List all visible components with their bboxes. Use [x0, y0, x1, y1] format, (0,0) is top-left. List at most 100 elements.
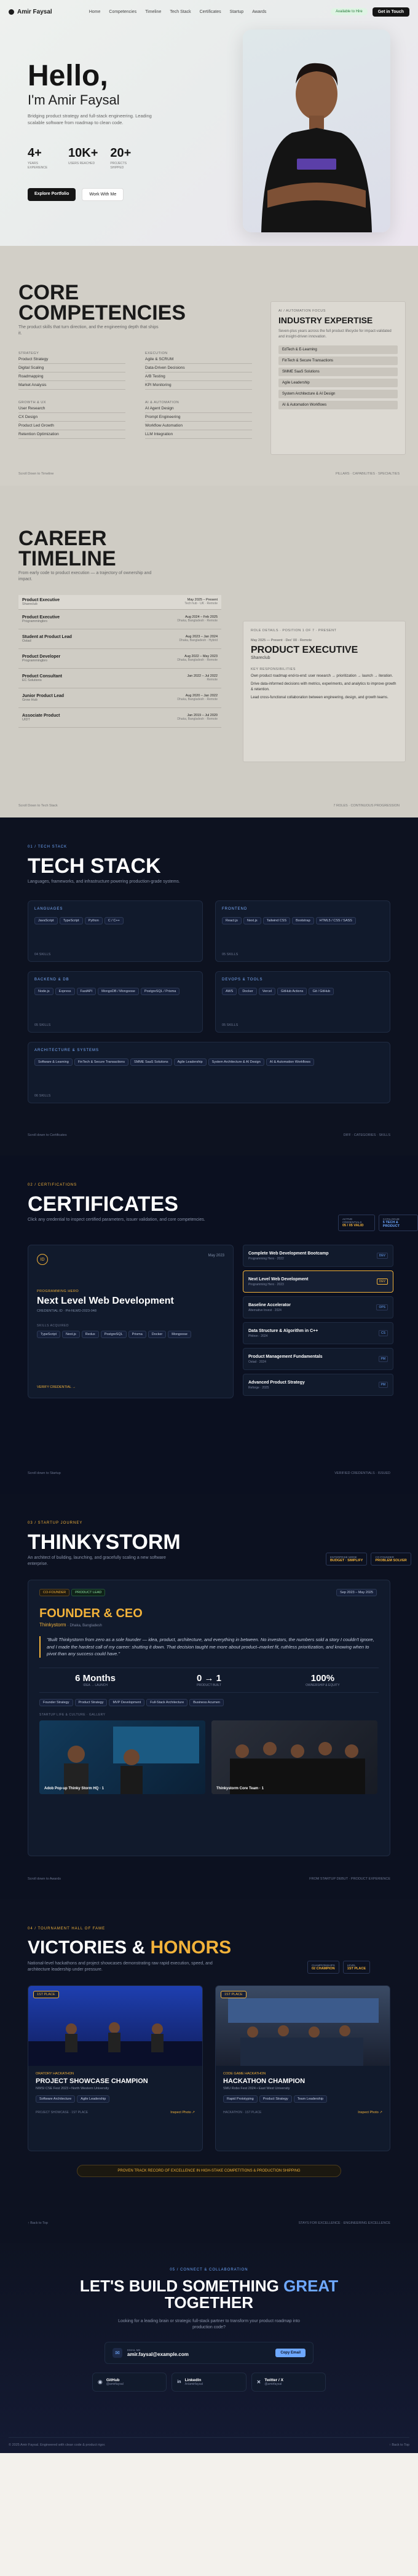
role-title: Product Developer: [22, 655, 61, 659]
scroll-hint[interactable]: Scroll Down to Timeline: [18, 472, 53, 476]
expertise-item: AI & Automation Workflows: [278, 401, 398, 410]
list-item: Own product roadmap end-to-end: user res…: [251, 674, 393, 678]
skill-chip: JavaScript: [34, 917, 58, 924]
role-list: Product Executive Shareclub May 2025 – Pre…: [18, 595, 221, 728]
nav-link-certificates[interactable]: Certificates: [200, 10, 221, 14]
startup-section: 03 / STARTUP JOURNEY THINKYSTORM An arch…: [0, 1494, 418, 1899]
scroll-hint[interactable]: Scroll down to Awards: [28, 1877, 61, 1881]
cert-list-item[interactable]: Baseline Accelerator Alternative Invest ·…: [243, 1296, 393, 1318]
nav-link-startup[interactable]: Startup: [230, 10, 244, 14]
panel-label: DEVOPS & TOOLS: [222, 978, 263, 982]
scroll-hint[interactable]: Scroll down to Certificates: [28, 1133, 67, 1137]
gallery-photo[interactable]: Adob Pop-up Thinky Storm HQ · 1: [39, 1720, 205, 1794]
cert-list-item-active[interactable]: Next Level Web Development Programming He…: [243, 1270, 393, 1293]
competency-group: AI & AUTOMATION AI Agent Design Prompt En…: [145, 401, 252, 439]
copy-email-button[interactable]: Copy Email: [275, 2349, 306, 2357]
verify-credential-link[interactable]: VERIFY CREDENTIAL →: [37, 1385, 76, 1389]
cert-list-item[interactable]: Data Structure & Algorithm in C++ Phitron…: [243, 1322, 393, 1344]
timeline-section: CAREER TIMELINE From early code to produc…: [0, 486, 418, 817]
title-part: LET'S BUILD SOMETHING: [79, 2277, 279, 2295]
card-kicker: ROLE DETAILS · POSITION 1 OF 7 · PRESENT: [251, 629, 337, 632]
skill-chip: Git / GitHub: [309, 988, 334, 995]
card-subtitle: Seven-plus years across the full product…: [278, 329, 392, 339]
top-nav: Amir Faysal Home Competencies Timeline T…: [0, 0, 418, 23]
tech-panel-frontend: FRONTEND React.js Next.js Tailwind CSS Boot…: [215, 900, 390, 962]
section-title: COMPETENCIES: [18, 301, 186, 325]
list-item: Data-Driven Decisions: [145, 364, 252, 372]
role-location: Dhaka, Bangladesh · Remote: [177, 658, 218, 662]
startup-badges: ENTERPRISE MODE BUDGET · SIMPLIFY CO-FOUN…: [326, 1553, 411, 1566]
linkedin-link[interactable]: in LinkedIn/in/amirfaysal: [172, 2373, 246, 2392]
expertise-item: SMME SaaS Solutions: [278, 368, 398, 377]
section-meta: STAYS FOR EXCELLENCE · ENGINEERING EXCEL…: [298, 2221, 390, 2225]
role-item[interactable]: Product Developer Programmingbro Aug 2022 …: [18, 649, 221, 669]
skill-chip: Full-Stack Architecture: [146, 1698, 188, 1706]
back-to-top-link[interactable]: ↑ Back to Top: [28, 2221, 48, 2225]
cert-list-item[interactable]: Complete Web Development Bootcamp Program…: [243, 1245, 393, 1267]
awards-section: 04 / TOURNAMENT HALL OF FAME VICTORIES &…: [0, 1899, 418, 2243]
gallery-photo[interactable]: Thinkystorm Core Team · 1: [211, 1720, 377, 1794]
skill-chip: SMME SaaS Solutions: [130, 1058, 172, 1066]
badge-value: 5 TECH & PRODUCT: [382, 1221, 400, 1228]
email-address[interactable]: amir.faysal@example.com: [127, 2352, 189, 2357]
cert-item-title: Next Level Web Development: [248, 1277, 309, 1282]
section-kicker: 05 / CONNECT & COLLABORATION: [170, 2268, 248, 2272]
role-item[interactable]: Product Consultant EC Solutions Jan 2022 –…: [18, 669, 221, 688]
skill-chip: Founder Strategy: [39, 1698, 73, 1706]
skill-chip: HTML5 / CSS / SASS: [315, 917, 356, 924]
award-card: 1ST PLACE ORATORY HACKATHON PROJECT SHOW…: [28, 1985, 203, 2151]
back-to-top-link[interactable]: ↑ Back to Top: [389, 2443, 409, 2447]
responsibility-list: Own product roadmap end-to-end: user res…: [251, 674, 398, 701]
cert-item-title: Complete Web Development Bootcamp: [248, 1251, 329, 1256]
work-with-me-button[interactable]: Work With Me: [82, 188, 124, 201]
cert-issuer: PROGRAMMING HERO: [37, 1290, 79, 1293]
section-subtitle: Languages, frameworks, and infrastructur…: [28, 880, 180, 884]
role-item[interactable]: Associate Product UIDT Jan 2019 – Jul 2020…: [18, 708, 221, 728]
skill-chip: React.js: [222, 917, 242, 924]
cert-list-item[interactable]: Product Management Fundamentals Ostad · 2…: [243, 1348, 393, 1370]
skill-chip: Rapid Prototyping: [223, 2095, 258, 2103]
twitter-link[interactable]: ✕ Twitter / X @amirfaysal: [251, 2373, 326, 2392]
role-item[interactable]: Product Executive Programmingbro Aug 2024 …: [18, 610, 221, 629]
nav-link-home[interactable]: Home: [89, 10, 101, 14]
skill-chip: Agile Leadership: [173, 1058, 207, 1066]
place-badge: 1ST PLACE: [221, 1991, 246, 1998]
nav-link-tech-stack[interactable]: Tech Stack: [170, 10, 191, 14]
nav-link-timeline[interactable]: Timeline: [145, 10, 161, 14]
cert-badges: ACTIVE CREDENTIALS 05 / 05 VALID CATALOGU…: [338, 1215, 418, 1231]
role-title: FOUNDER & CEO: [39, 1607, 143, 1620]
award-kicker: CODE GAME HACKATHON: [223, 2072, 266, 2076]
inspect-photo-link[interactable]: Inspect Photo ↗: [358, 2111, 382, 2114]
nav-link-awards[interactable]: Awards: [252, 10, 266, 14]
scroll-hint[interactable]: Scroll Down to Tech Stack: [18, 804, 58, 808]
list-item: Digital Scaling: [18, 364, 125, 372]
cert-list-item[interactable]: Advanced Product Strategy Reforge · 2025 P…: [243, 1374, 393, 1396]
scroll-hint[interactable]: Scroll down to Startup: [28, 1471, 61, 1475]
brand[interactable]: Amir Faysal: [9, 9, 52, 15]
stat-item: 6 Months IDEA → LAUNCH: [39, 1673, 151, 1687]
section-kicker: 03 / STARTUP JOURNEY: [28, 1521, 83, 1525]
role-item[interactable]: Product Executive Shareclub May 2025 – Pre…: [18, 595, 221, 610]
startup-gallery: Adob Pop-up Thinky Storm HQ · 1 Thinkyst…: [39, 1720, 379, 1794]
stat-label: YEARS EXPERIENCE: [28, 162, 48, 170]
explore-portfolio-button[interactable]: Explore Portfolio: [28, 188, 76, 201]
panel-note: 06 SKILLS: [34, 1094, 51, 1098]
expertise-list: EdTech & E-Learning FinTech & Secure Tra…: [278, 345, 398, 410]
skill-chip: FinTech & Secure Transactions: [74, 1058, 128, 1066]
nav-link-competencies[interactable]: Competencies: [109, 10, 136, 14]
award-photo[interactable]: 1ST PLACE: [28, 1986, 202, 2066]
tech-panel-languages: LANGUAGES JavaScript TypeScript Python C / …: [28, 900, 203, 962]
get-in-touch-button[interactable]: Get in Touch: [372, 7, 409, 17]
cert-item-title: Product Management Fundamentals: [248, 1354, 323, 1359]
skill-chip: System Architecture & AI Design: [208, 1058, 264, 1066]
role-tag: PRODUCT LEAD: [71, 1589, 106, 1596]
role-item[interactable]: Student at Product Lead Ostad Aug 2023 – J…: [18, 629, 221, 649]
social-name: Twitter / X: [264, 2378, 283, 2382]
role-item[interactable]: Junior Product Lead Grow Hub Aug 2020 – Ja…: [18, 688, 221, 708]
github-link[interactable]: ◉ GitHub @amirfaysal: [92, 2373, 167, 2392]
section-subtitle: Click any credential to inspect certifie…: [28, 1218, 205, 1222]
award-photo[interactable]: 1ST PLACE: [216, 1986, 390, 2066]
section-title: CAREER: [18, 527, 107, 550]
inspect-photo-link[interactable]: Inspect Photo ↗: [170, 2111, 195, 2114]
social-links: ◉ GitHub @amirfaysal in LinkedIn/in/amirfay…: [92, 2373, 326, 2392]
